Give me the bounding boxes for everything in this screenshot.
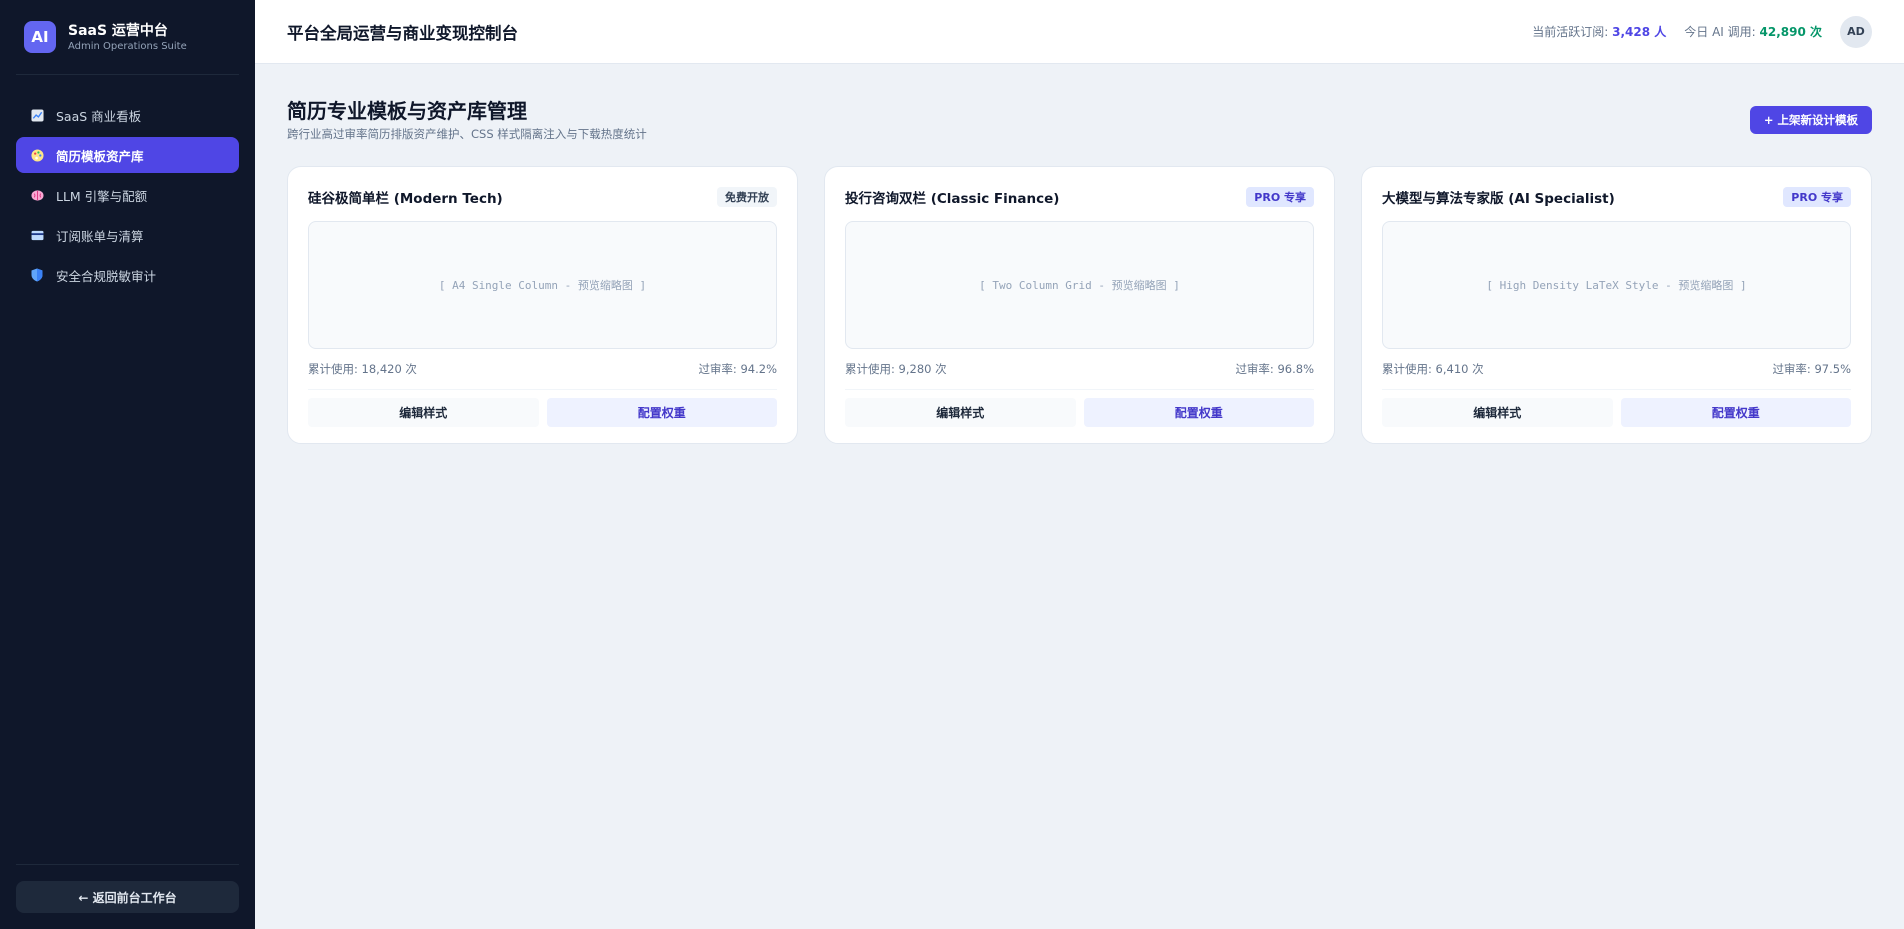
template-preview[interactable]: [ High Density LaTeX Style - 预览缩略图 ] [1382, 221, 1851, 349]
section-subtitle: 跨行业高过审率简历排版资产维护、CSS 样式隔离注入与下载热度统计 [287, 127, 647, 141]
chart-icon [30, 108, 44, 122]
sidebar-item-llm[interactable]: LLM 引擎与配额 [16, 177, 239, 213]
brand: AI SaaS 运营中台 Admin Operations Suite [16, 0, 239, 75]
usage-count: 累计使用: 6,410 次 [1382, 362, 1484, 376]
sidebar-item-label: 简历模板资产库 [56, 148, 144, 164]
usage-count: 累计使用: 18,420 次 [308, 362, 417, 376]
sidebar-item-templates[interactable]: 简历模板资产库 [16, 137, 239, 173]
shield-icon [30, 268, 44, 282]
plan-badge: PRO 专享 [1783, 187, 1851, 207]
sidebar: AI SaaS 运营中台 Admin Operations Suite SaaS… [0, 0, 255, 929]
edit-style-button[interactable]: 编辑样式 [308, 398, 539, 427]
template-preview[interactable]: [ A4 Single Column - 预览缩略图 ] [308, 221, 777, 349]
active-subscriptions-label: 当前活跃订阅: [1532, 25, 1609, 39]
header-stats: 当前活跃订阅: 3,428 人 今日 AI 调用: 42,890 次 AD [1532, 15, 1872, 48]
section-title: 简历专业模板与资产库管理 [287, 99, 527, 123]
page-title: 平台全局运营与商业变现控制台 [287, 23, 518, 43]
configure-weight-button[interactable]: 配置权重 [546, 398, 777, 427]
template-preview[interactable]: [ Two Column Grid - 预览缩略图 ] [845, 221, 1314, 349]
configure-weight-button[interactable]: 配置权重 [1083, 398, 1314, 427]
brand-title: SaaS 运营中台 [68, 22, 168, 39]
main-area: 平台全局运营与商业变现控制台 当前活跃订阅: 3,428 人 今日 AI 调用:… [255, 0, 1904, 929]
template-title: 硅谷极简单栏 (Modern Tech) [308, 191, 503, 207]
usage-count: 累计使用: 9,280 次 [845, 362, 947, 376]
template-title: 大模型与算法专家版 (AI Specialist) [1382, 191, 1615, 207]
palette-icon [30, 148, 44, 162]
active-subscriptions-stat: 当前活跃订阅: 3,428 人 [1532, 23, 1666, 40]
sidebar-item-security[interactable]: 安全合规脱敏审计 [16, 257, 239, 293]
sidebar-item-label: 安全合规脱敏审计 [56, 268, 157, 284]
template-card: 大模型与算法专家版 (AI Specialist) PRO 专享 [ High … [1361, 166, 1872, 444]
avatar[interactable]: AD [1840, 15, 1872, 48]
plan-badge: PRO 专享 [1246, 187, 1314, 207]
edit-style-button[interactable]: 编辑样式 [1382, 398, 1613, 427]
template-card: 投行咨询双栏 (Classic Finance) PRO 专享 [ Two Co… [824, 166, 1335, 444]
ai-calls-stat: 今日 AI 调用: 42,890 次 [1684, 23, 1822, 40]
card-icon [30, 228, 44, 242]
ai-calls-label: 今日 AI 调用: [1684, 25, 1756, 39]
brand-logo: AI [24, 21, 56, 53]
ai-calls-value: 42,890 次 [1759, 25, 1823, 39]
edit-style-button[interactable]: 编辑样式 [845, 398, 1076, 427]
sidebar-item-label: 订阅账单与清算 [56, 228, 144, 244]
sidebar-item-dashboard[interactable]: SaaS 商业看板 [16, 97, 239, 133]
back-to-workspace-button[interactable]: ← 返回前台工作台 [16, 881, 239, 913]
pass-rate: 过审率: 97.5% [1772, 362, 1851, 376]
sidebar-item-label: LLM 引擎与配额 [56, 188, 148, 204]
brain-icon [30, 188, 44, 202]
top-bar: 平台全局运营与商业变现控制台 当前活跃订阅: 3,428 人 今日 AI 调用:… [255, 0, 1904, 64]
section-header: 简历专业模板与资产库管理 跨行业高过审率简历排版资产维护、CSS 样式隔离注入与… [287, 98, 1872, 142]
brand-subtitle: Admin Operations Suite [68, 40, 187, 52]
configure-weight-button[interactable]: 配置权重 [1620, 398, 1851, 427]
pass-rate: 过审率: 96.8% [1235, 362, 1314, 376]
template-card-list: 硅谷极简单栏 (Modern Tech) 免费开放 [ A4 Single Co… [287, 166, 1872, 444]
sidebar-item-billing[interactable]: 订阅账单与清算 [16, 217, 239, 253]
active-subscriptions-value: 3,428 人 [1612, 25, 1667, 39]
plan-badge: 免费开放 [717, 187, 777, 207]
template-card: 硅谷极简单栏 (Modern Tech) 免费开放 [ A4 Single Co… [287, 166, 798, 444]
template-library-section: 简历专业模板与资产库管理 跨行业高过审率简历排版资产维护、CSS 样式隔离注入与… [255, 64, 1904, 444]
add-template-button[interactable]: + 上架新设计模板 [1749, 106, 1872, 134]
sidebar-item-label: SaaS 商业看板 [56, 108, 142, 124]
sidebar-footer: ← 返回前台工作台 [16, 864, 239, 913]
sidebar-nav: SaaS 商业看板 简历模板资产库 LLM 引擎与配额 订阅账单与清算 安全合规… [16, 97, 239, 293]
pass-rate: 过审率: 94.2% [698, 362, 777, 376]
template-title: 投行咨询双栏 (Classic Finance) [845, 191, 1060, 207]
